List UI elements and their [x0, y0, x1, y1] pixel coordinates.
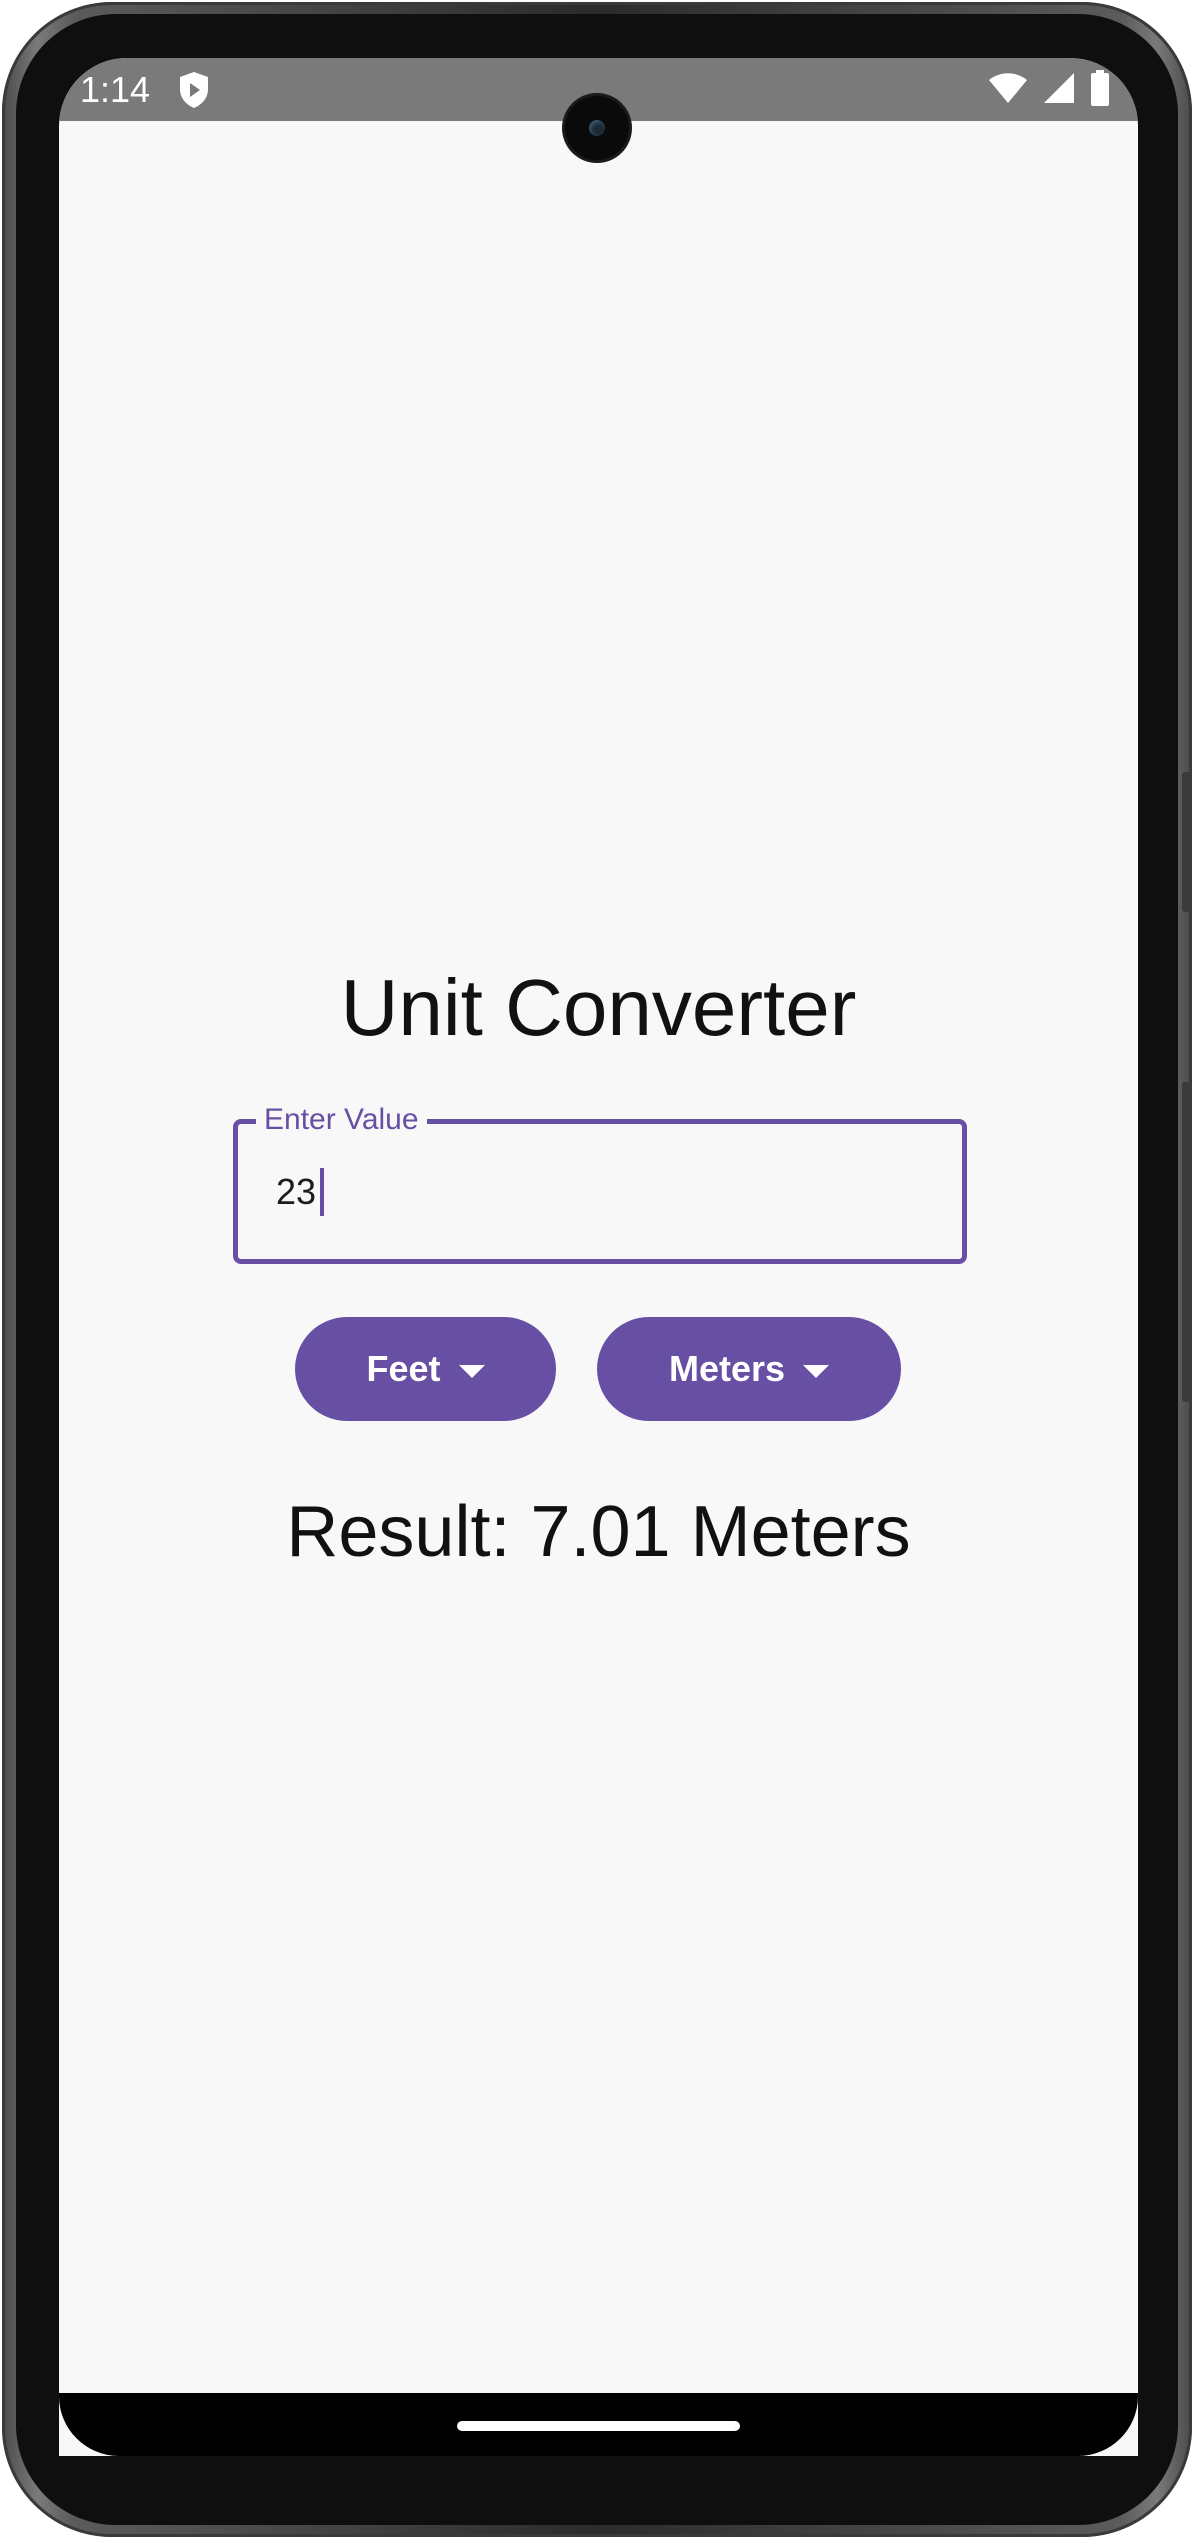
power-button [1182, 772, 1192, 912]
to-unit-label: Meters [668, 1348, 786, 1389]
front-camera [565, 96, 629, 160]
page-title: Unit Converter [340, 963, 857, 1052]
to-unit-dropdown[interactable]: Meters [597, 1317, 901, 1421]
result-text: Result: 7.01 Meters [286, 1492, 911, 1572]
camera-lens [589, 120, 605, 136]
battery-icon [1090, 69, 1110, 111]
value-input-label: Enter Value [256, 1100, 427, 1140]
wifi-icon [988, 71, 1028, 110]
value-input-field[interactable]: Enter Value 23 [233, 1100, 967, 1264]
status-time: 1:14 [80, 69, 151, 110]
shield-play-icon [177, 70, 211, 110]
cellular-signal-icon [1042, 71, 1076, 110]
arrow-drop-down-icon [458, 1364, 485, 1378]
text-cursor [320, 1168, 324, 1216]
arrow-drop-down-icon [803, 1364, 830, 1378]
from-unit-dropdown[interactable]: Feet [295, 1317, 556, 1421]
from-unit-label: Feet [366, 1348, 441, 1389]
navigation-bar [59, 2393, 1138, 2456]
status-icons [988, 69, 1110, 111]
value-input[interactable]: 23 [276, 1170, 316, 1214]
volume-button [1182, 1082, 1192, 1402]
home-gesture-handle[interactable] [457, 2421, 740, 2431]
screen: 1:14 Unit Converter Enter Value 23 Feet … [59, 58, 1138, 2456]
